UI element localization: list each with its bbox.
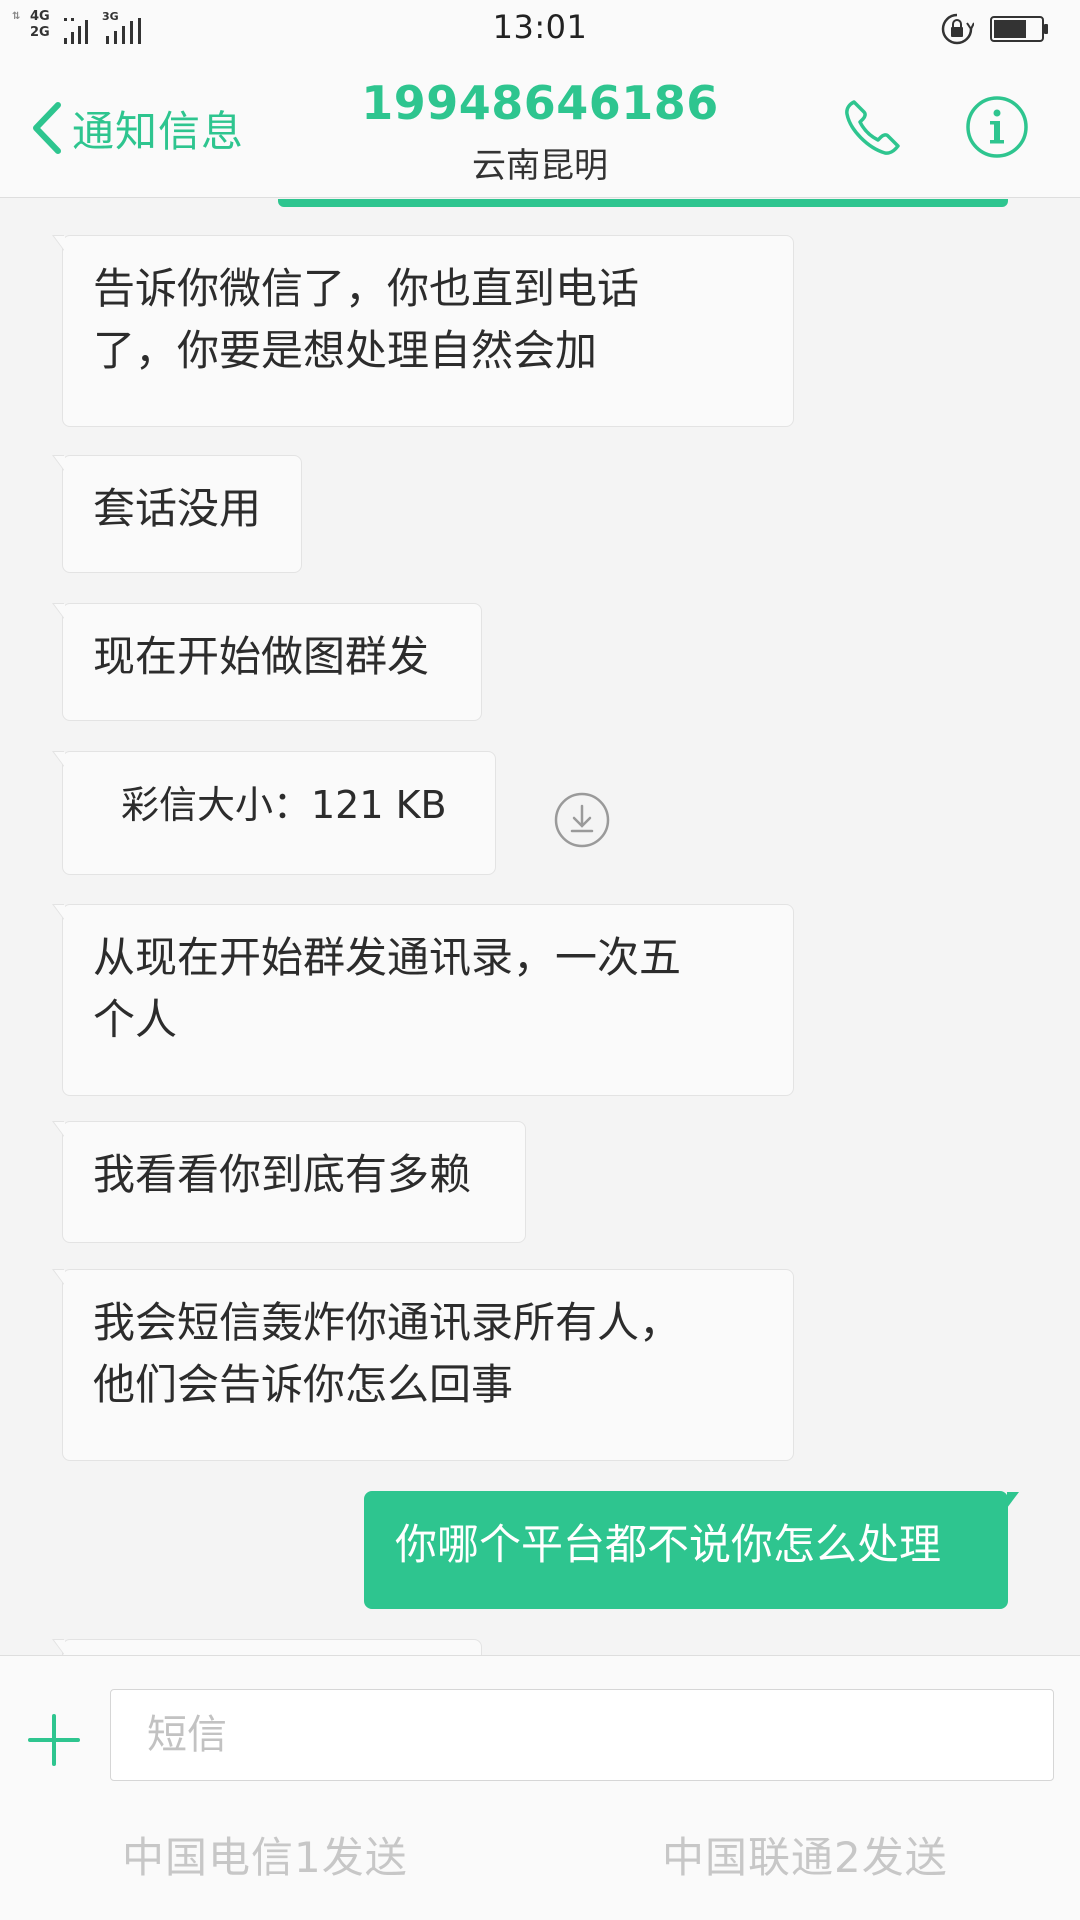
phone-icon[interactable] [840,96,904,160]
message-bubble-incoming[interactable]: 套话没用 [52,455,302,573]
message-line: 我看看你到底有多赖 [93,1150,472,1199]
outgoing-bubble-partial [278,199,1008,207]
compose-bar: 中国电信1发送 中国联通2发送 [0,1655,1080,1920]
info-icon[interactable] [964,94,1030,160]
message-bubble-incoming[interactable]: 告诉你微信了，你也直到电话 了，你要是想处理自然会加 [52,235,794,427]
conversation-header: 通知信息 19948646186 云南昆明 [0,58,1080,198]
message-bubble-incoming-partial[interactable] [52,1639,482,1655]
mms-bubble[interactable]: 彩信大小：121 KB [52,751,496,875]
message-line: 个人 [93,995,178,1044]
message-line: 现在开始做图群发 [93,632,430,681]
message-line: 他们会告诉你怎么回事 [93,1360,514,1409]
message-line: 从现在开始群发通讯录，一次五 [93,933,682,982]
contact-number: 19948646186 [361,76,719,130]
download-icon[interactable] [553,791,611,849]
message-input[interactable] [110,1689,1054,1781]
send-sim2-button[interactable]: 中国联通2发送 [662,1824,948,1885]
message-bubble-outgoing[interactable]: 你哪个平台都不说你怎么处理 [364,1491,1019,1609]
message-bubble-incoming[interactable]: 我会短信轰炸你通讯录所有人， 他们会告诉你怎么回事 [52,1269,794,1461]
message-line: 套话没用 [93,484,262,533]
contact-location: 云南昆明 [472,146,608,186]
message-line: 我会短信轰炸你通讯录所有人， [93,1298,682,1347]
mms-size-label: 彩信大小：121 KB [121,783,447,827]
message-bubble-incoming[interactable]: 从现在开始群发通讯录，一次五 个人 [52,904,794,1096]
lock-rotation-icon [941,13,974,45]
status-time: 13:01 [492,8,588,46]
message-bubble-incoming[interactable]: 现在开始做图群发 [52,603,482,721]
battery-icon [990,16,1048,42]
send-sim1-button[interactable]: 中国电信1发送 [122,1824,408,1885]
status-bar: ⇅ 4G 2G 3G 13:01 [0,0,1080,58]
status-right [940,10,1060,46]
message-line: 告诉你微信了，你也直到电话 [93,264,640,313]
message-list[interactable]: 告诉你微信了，你也直到电话 了，你要是想处理自然会加 套话没用 现在开始做图群发… [0,199,1080,1655]
message-bubble-incoming[interactable]: 我看看你到底有多赖 [52,1121,526,1243]
message-line: 你哪个平台都不说你怎么处理 [395,1520,942,1569]
plus-icon[interactable] [26,1712,82,1768]
message-line: 了，你要是想处理自然会加 [93,326,598,375]
